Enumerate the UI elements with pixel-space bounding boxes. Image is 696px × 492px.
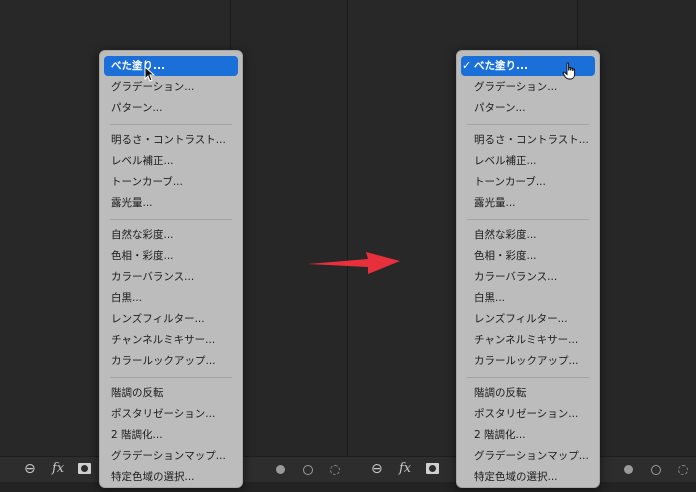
menu-item-label: カラールックアップ...: [111, 355, 216, 367]
middle-panel: [230, 0, 348, 492]
menu-item-label: 自然な彩度...: [111, 229, 174, 241]
mask-icon[interactable]: [78, 463, 91, 474]
menu-item-label: トーンカーブ...: [111, 176, 183, 188]
link-icon[interactable]: ⊖: [24, 462, 36, 476]
menu-item-invert[interactable]: 階調の反転: [461, 383, 595, 403]
menu-item-vibrance[interactable]: 自然な彩度...: [104, 225, 238, 245]
fill-circle-icon[interactable]: [624, 465, 633, 474]
menu-item-posterize[interactable]: ポスタリゼーション...: [104, 404, 238, 424]
menu-item-color-balance[interactable]: カラーバランス...: [461, 267, 595, 287]
fx-icon[interactable]: fx: [399, 462, 411, 476]
checkmark-icon: ✓: [462, 59, 472, 72]
link-icon[interactable]: ⊖: [371, 462, 383, 476]
menu-item-color-lookup[interactable]: カラールックアップ...: [461, 351, 595, 371]
menu-item-label: チャンネルミキサー...: [111, 334, 216, 346]
menu-item-label: 明るさ・コントラスト...: [474, 134, 589, 146]
menu-item-invert[interactable]: 階調の反転: [104, 383, 238, 403]
menu-separator: [467, 124, 589, 125]
menu-item-label: 階調の反転: [111, 387, 164, 399]
menu-item-gradient[interactable]: グラデーション...: [461, 77, 595, 97]
dashed-circle-icon[interactable]: [678, 465, 688, 475]
menu-item-label: カラーバランス...: [474, 271, 558, 283]
arrow-icon: [308, 252, 400, 274]
adjustment-menu-after: ✓ べた塗り... グラデーション... パターン... 明るさ・コントラスト.…: [456, 50, 600, 488]
menu-item-photo-filter[interactable]: レンズフィルター...: [461, 309, 595, 329]
menu-item-exposure[interactable]: 露光量...: [104, 193, 238, 213]
menu-item-pattern[interactable]: パターン...: [104, 98, 238, 118]
adjustment-menu-before: べた塗り... グラデーション... パターン... 明るさ・コントラスト...…: [99, 50, 243, 488]
menu-item-levels[interactable]: レベル補正...: [104, 151, 238, 171]
menu-item-hue-saturation[interactable]: 色相・彩度...: [104, 246, 238, 266]
menu-item-black-white[interactable]: 白黒...: [104, 288, 238, 308]
menu-separator: [110, 377, 232, 378]
menu-item-label: ポスタリゼーション...: [111, 408, 216, 420]
menu-item-label: べた塗り...: [474, 60, 528, 72]
menu-item-label: 特定色域の選択...: [474, 471, 558, 483]
menu-item-label: 自然な彩度...: [474, 229, 537, 241]
menu-item-threshold[interactable]: 2 階調化...: [461, 425, 595, 445]
menu-item-label: チャンネルミキサー...: [474, 334, 579, 346]
menu-item-solid-color[interactable]: べた塗り...: [104, 56, 238, 76]
menu-item-levels[interactable]: レベル補正...: [461, 151, 595, 171]
menu-separator: [110, 124, 232, 125]
menu-item-gradient-map[interactable]: グラデーションマップ...: [461, 446, 595, 466]
menu-item-label: 露光量...: [474, 197, 516, 209]
menu-item-label: カラーバランス...: [111, 271, 195, 283]
menu-item-channel-mixer[interactable]: チャンネルミキサー...: [104, 330, 238, 350]
menu-item-selective-color[interactable]: 特定色域の選択...: [461, 467, 595, 487]
menu-item-label: 明るさ・コントラスト...: [111, 134, 226, 146]
menu-item-hue-saturation[interactable]: 色相・彩度...: [461, 246, 595, 266]
menu-item-label: グラデーションマップ...: [111, 450, 226, 462]
menu-item-color-lookup[interactable]: カラールックアップ...: [104, 351, 238, 371]
dashed-circle-icon[interactable]: [330, 465, 340, 475]
menu-item-label: レンズフィルター...: [474, 313, 568, 325]
menu-item-label: グラデーションマップ...: [474, 450, 589, 462]
menu-item-label: レベル補正...: [474, 155, 537, 167]
menu-item-label: グラデーション...: [474, 81, 558, 93]
menu-item-label: 色相・彩度...: [474, 250, 537, 262]
fx-icon[interactable]: fx: [52, 462, 64, 476]
menu-item-label: 白黒...: [111, 292, 143, 304]
menu-item-channel-mixer[interactable]: チャンネルミキサー...: [461, 330, 595, 350]
menu-item-posterize[interactable]: ポスタリゼーション...: [461, 404, 595, 424]
menu-item-photo-filter[interactable]: レンズフィルター...: [104, 309, 238, 329]
menu-item-exposure[interactable]: 露光量...: [461, 193, 595, 213]
ring-circle-icon[interactable]: [651, 465, 661, 475]
menu-item-brightness-contrast[interactable]: 明るさ・コントラスト...: [461, 130, 595, 150]
menu-item-curves[interactable]: トーンカーブ...: [461, 172, 595, 192]
menu-item-selective-color[interactable]: 特定色域の選択...: [104, 467, 238, 487]
menu-item-curves[interactable]: トーンカーブ...: [104, 172, 238, 192]
menu-item-label: 2 階調化...: [111, 429, 163, 441]
hand-cursor-icon: [562, 62, 576, 80]
menu-item-label: レンズフィルター...: [111, 313, 205, 325]
menu-separator: [467, 219, 589, 220]
menu-item-vibrance[interactable]: 自然な彩度...: [461, 225, 595, 245]
menu-item-label: 露光量...: [111, 197, 153, 209]
menu-item-label: トーンカーブ...: [474, 176, 546, 188]
menu-item-label: 白黒...: [474, 292, 506, 304]
menu-item-label: 階調の反転: [474, 387, 527, 399]
menu-item-label: パターン...: [111, 102, 163, 114]
pointer-cursor-icon: [144, 66, 156, 82]
menu-item-label: 色相・彩度...: [111, 250, 174, 262]
menu-item-threshold[interactable]: 2 階調化...: [104, 425, 238, 445]
menu-item-label: 2 階調化...: [474, 429, 526, 441]
menu-item-label: 特定色域の選択...: [111, 471, 195, 483]
menu-item-pattern[interactable]: パターン...: [461, 98, 595, 118]
mask-icon[interactable]: [426, 463, 439, 474]
ring-circle-icon[interactable]: [303, 465, 313, 475]
menu-item-label: ポスタリゼーション...: [474, 408, 579, 420]
menu-item-label: カラールックアップ...: [474, 355, 579, 367]
menu-item-black-white[interactable]: 白黒...: [461, 288, 595, 308]
menu-item-label: べた塗り...: [111, 60, 165, 72]
fill-circle-icon[interactable]: [276, 465, 285, 474]
menu-item-gradient[interactable]: グラデーション...: [104, 77, 238, 97]
menu-item-gradient-map[interactable]: グラデーションマップ...: [104, 446, 238, 466]
menu-item-label: レベル補正...: [111, 155, 174, 167]
menu-separator: [467, 377, 589, 378]
menu-separator: [110, 219, 232, 220]
menu-item-color-balance[interactable]: カラーバランス...: [104, 267, 238, 287]
menu-item-brightness-contrast[interactable]: 明るさ・コントラスト...: [104, 130, 238, 150]
menu-item-label: パターン...: [474, 102, 526, 114]
